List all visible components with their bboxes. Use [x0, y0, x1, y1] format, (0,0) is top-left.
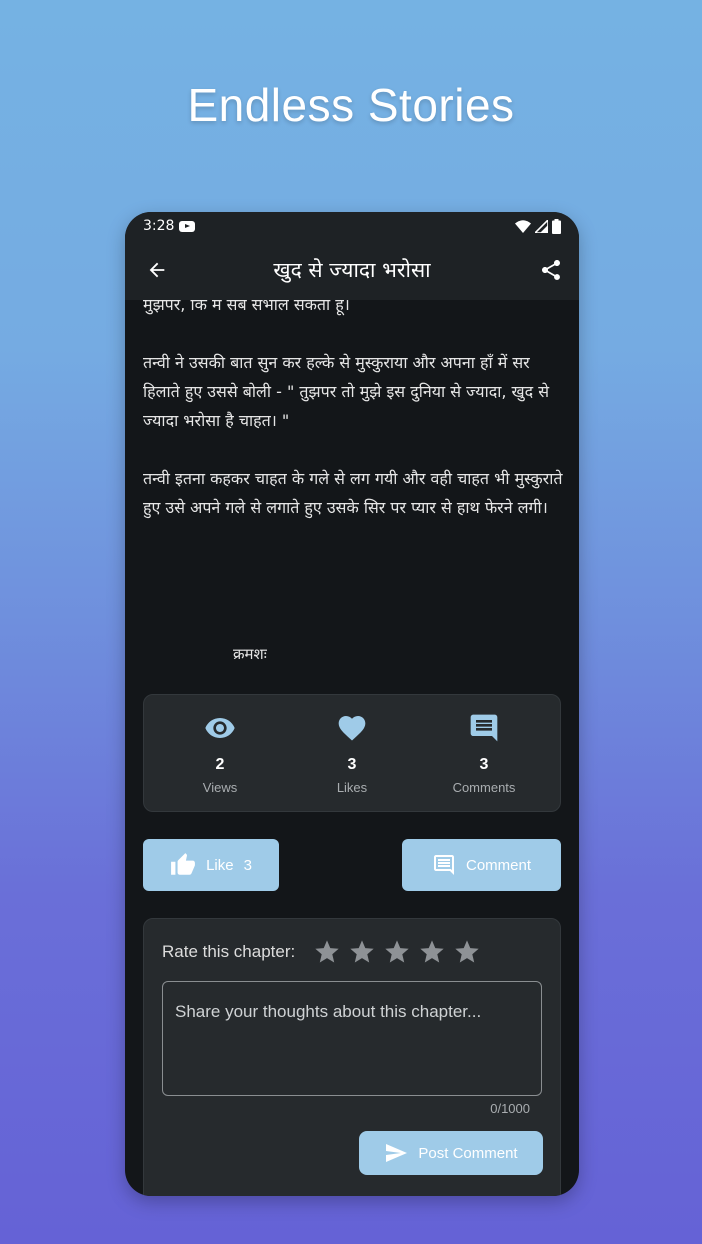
eye-icon: [205, 717, 235, 738]
star-icon[interactable]: [309, 937, 344, 967]
youtube-notification-icon: [179, 220, 196, 232]
comment-button[interactable]: Comment: [402, 839, 561, 891]
thumb-up-icon: [171, 853, 195, 875]
heart-icon: [338, 715, 366, 740]
star-icon[interactable]: [414, 937, 449, 967]
app-bar: खुद से ज्यादा भरोसा: [125, 240, 579, 300]
rating-label: Rate this chapter:: [162, 942, 296, 961]
character-count: 0/1000: [490, 1101, 530, 1116]
star-icon[interactable]: [449, 937, 484, 967]
send-icon: [386, 1144, 408, 1162]
star-icon[interactable]: [379, 937, 414, 967]
stat-likes: 3 Likes: [297, 712, 407, 795]
status-bar: 3:28: [125, 212, 579, 240]
status-time: 3:28: [143, 218, 175, 234]
rating-row: Rate this chapter:: [162, 937, 484, 967]
like-button[interactable]: Like 3: [143, 839, 279, 891]
likes-label: Likes: [336, 779, 368, 795]
comment-icon: [470, 714, 498, 741]
comment-outline-icon: [433, 855, 454, 875]
rating-card: Rate this chapter: 0/1000 Post Comment: [143, 918, 561, 1196]
hero-title: Endless Stories: [187, 79, 515, 131]
comment-button-label: Comment: [465, 856, 532, 874]
like-button-count: 3: [243, 856, 252, 874]
like-button-label: Like: [206, 856, 234, 874]
views-count: 2: [215, 755, 225, 773]
stat-comments: 3 Comments: [429, 712, 539, 795]
comments-count: 3: [479, 755, 489, 773]
battery-icon: [552, 218, 561, 234]
comments-label: Comments: [452, 779, 516, 795]
share-icon: [542, 260, 560, 280]
status-icons: [515, 218, 561, 234]
likes-count: 3: [347, 755, 357, 773]
views-label: Views: [202, 779, 238, 795]
wifi-icon: [515, 219, 531, 233]
story-text: मुझपर, कि मैं सब संभाल सकता हूं। तन्वी न…: [143, 300, 565, 551]
star-icon[interactable]: [344, 937, 379, 967]
story-paragraph: तन्वी इतना कहकर चाहत के गले से लग गयी और…: [143, 469, 563, 517]
share-button[interactable]: [535, 254, 567, 286]
phone-screen: 3:28 खुद से ज्यादा भरोसा मुझपर, कि मैं स…: [125, 212, 579, 1196]
chapter-stats-card: 2 Views 3 Likes 3 Comments: [143, 694, 561, 812]
chapter-title: खुद से ज्यादा भरोसा: [273, 258, 431, 282]
signal-icon: [535, 219, 548, 233]
stat-views: 2 Views: [165, 712, 275, 795]
post-comment-label: Post Comment: [418, 1144, 518, 1162]
post-comment-button[interactable]: Post Comment: [359, 1131, 543, 1175]
story-paragraph: तन्वी ने उसकी बात सुन कर हल्के से मुस्कु…: [143, 353, 550, 430]
to-be-continued-text: क्रमशः: [233, 645, 267, 663]
story-paragraph: मुझपर, कि मैं सब संभाल सकता हूं।: [143, 300, 350, 314]
comment-input[interactable]: [162, 981, 542, 1096]
chapter-content[interactable]: मुझपर, कि मैं सब संभाल सकता हूं। तन्वी न…: [125, 300, 579, 1196]
